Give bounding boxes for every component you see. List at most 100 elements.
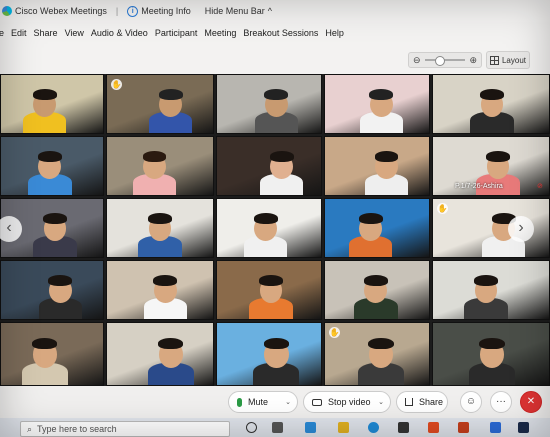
participant-hair xyxy=(263,338,290,350)
participant-video-tile[interactable] xyxy=(324,198,430,258)
more-icon: ··· xyxy=(496,396,506,407)
chevron-down-icon[interactable]: ⌄ xyxy=(378,398,384,406)
participant-video-tile[interactable] xyxy=(324,74,430,134)
next-page-button[interactable]: › xyxy=(508,216,534,242)
grid-layout-icon xyxy=(489,55,499,65)
app-icon[interactable] xyxy=(490,422,501,433)
mute-label: Mute xyxy=(248,397,269,407)
more-options-button[interactable]: ··· xyxy=(490,391,512,413)
zoom-out-icon[interactable]: ⊖ xyxy=(413,55,421,66)
title-bar: Cisco Webex Meetings | i Meeting Info Hi… xyxy=(0,0,550,22)
menu-participant[interactable]: Participant xyxy=(155,28,198,38)
participant-hair xyxy=(32,89,57,100)
title-divider: | xyxy=(115,6,119,16)
participant-video-tile[interactable] xyxy=(216,136,322,196)
menu-edit[interactable]: Edit xyxy=(11,28,27,38)
participant-video-tile[interactable] xyxy=(106,260,214,320)
menu-help[interactable]: Help xyxy=(325,28,344,38)
taskbar-search-input[interactable]: ⌕ Type here to search xyxy=(20,421,230,437)
meeting-info-button[interactable]: i Meeting Info xyxy=(127,5,191,17)
participant-video-tile[interactable] xyxy=(432,322,550,386)
participant-hair xyxy=(369,89,394,100)
zoom-control: ⊖ ⊕ xyxy=(408,52,482,68)
menu-file[interactable]: le xyxy=(0,28,4,38)
participant-hair xyxy=(157,338,184,350)
menu-bar: le Edit Share View Audio & Video Partici… xyxy=(0,24,550,42)
search-icon: ⌕ xyxy=(27,423,33,434)
participant-video-tile[interactable] xyxy=(432,74,550,134)
camera-icon xyxy=(312,398,322,406)
search-placeholder: Type here to search xyxy=(37,424,117,434)
participant-hair xyxy=(368,338,394,350)
participant-video-tile[interactable] xyxy=(0,136,104,196)
chevron-up-icon: ^ xyxy=(267,6,273,16)
participant-video-tile[interactable] xyxy=(106,322,214,386)
menu-share[interactable]: Share xyxy=(34,28,58,38)
participant-hair xyxy=(479,338,505,350)
menu-meeting[interactable]: Meeting xyxy=(204,28,236,38)
webex-taskbar-icon[interactable] xyxy=(518,422,529,433)
edge-browser-icon[interactable] xyxy=(368,422,379,433)
webex-window: Cisco Webex Meetings | i Meeting Info Hi… xyxy=(0,0,550,437)
participant-video-tile[interactable] xyxy=(324,260,430,320)
participant-hair xyxy=(142,151,167,162)
participant-video-tile[interactable] xyxy=(0,74,104,134)
share-label: Share xyxy=(419,397,444,407)
participant-hair xyxy=(480,89,504,100)
participant-video-tile[interactable]: ✋ xyxy=(324,322,430,386)
app-title: Cisco Webex Meetings xyxy=(2,6,107,16)
mail-icon[interactable] xyxy=(305,422,316,433)
chevron-down-icon[interactable]: ⌄ xyxy=(285,398,291,406)
app-name: Cisco Webex Meetings xyxy=(15,6,107,16)
participant-hair xyxy=(358,213,383,224)
participant-video-tile[interactable] xyxy=(106,136,214,196)
mute-button[interactable]: Mute ⌄ xyxy=(228,391,298,413)
layout-button[interactable]: Layout xyxy=(486,51,530,69)
video-grid: ✋ P.1/7-26-Ashira ⊘ ✋ ✋ xyxy=(0,74,550,386)
share-button[interactable]: Share xyxy=(396,391,448,413)
participant-hair xyxy=(485,151,510,162)
participant-video-tile[interactable] xyxy=(0,260,104,320)
participant-hair xyxy=(269,151,294,162)
participant-video-tile[interactable] xyxy=(216,74,322,134)
participant-hair xyxy=(374,151,399,162)
powerpoint-icon[interactable] xyxy=(458,422,469,433)
participant-hair xyxy=(259,275,284,286)
participant-video-tile[interactable]: ✋ xyxy=(106,74,214,134)
reactions-button[interactable]: ☺ xyxy=(460,391,482,413)
menu-breakout-sessions[interactable]: Breakout Sessions xyxy=(243,28,318,38)
participant-video-tile[interactable]: P.1/7-26-Ashira ⊘ xyxy=(432,136,550,196)
participant-hair xyxy=(363,275,388,286)
hide-menu-label: Hide Menu Bar xyxy=(204,6,265,16)
menu-view[interactable]: View xyxy=(65,28,84,38)
task-view-icon[interactable] xyxy=(272,422,283,433)
file-explorer-icon[interactable] xyxy=(338,422,349,433)
zoom-slider[interactable] xyxy=(424,56,466,66)
raised-hand-icon: ✋ xyxy=(111,79,122,90)
zoom-in-icon[interactable]: ⊕ xyxy=(469,55,477,66)
participant-video-tile[interactable] xyxy=(432,260,550,320)
participant-video-tile[interactable] xyxy=(216,198,322,258)
participant-hair xyxy=(48,275,73,286)
participant-video-tile[interactable] xyxy=(0,322,104,386)
participant-name-label: P.1/7-26-Ashira xyxy=(455,183,503,190)
cortana-icon[interactable] xyxy=(246,422,257,433)
windows-taskbar: ⌕ Type here to search xyxy=(0,418,550,437)
info-icon: i xyxy=(127,5,139,17)
participant-hair xyxy=(264,89,289,100)
share-icon xyxy=(405,398,413,406)
raised-hand-icon: ✋ xyxy=(437,203,448,214)
office-icon[interactable] xyxy=(428,422,439,433)
store-icon[interactable] xyxy=(398,422,409,433)
participant-hair xyxy=(147,213,172,224)
stop-video-button[interactable]: Stop video ⌄ xyxy=(303,391,391,413)
menu-audio-video[interactable]: Audio & Video xyxy=(91,28,148,38)
participant-video-tile[interactable] xyxy=(324,136,430,196)
leave-meeting-button[interactable]: ✕ xyxy=(520,391,542,413)
hide-menu-bar-button[interactable]: Hide Menu Bar ^ xyxy=(205,6,272,16)
participant-video-tile[interactable] xyxy=(216,260,322,320)
participant-video-tile[interactable] xyxy=(216,322,322,386)
participant-video-tile[interactable] xyxy=(106,198,214,258)
raised-hand-icon: ✋ xyxy=(329,327,340,338)
zoom-slider-thumb[interactable] xyxy=(434,56,445,66)
